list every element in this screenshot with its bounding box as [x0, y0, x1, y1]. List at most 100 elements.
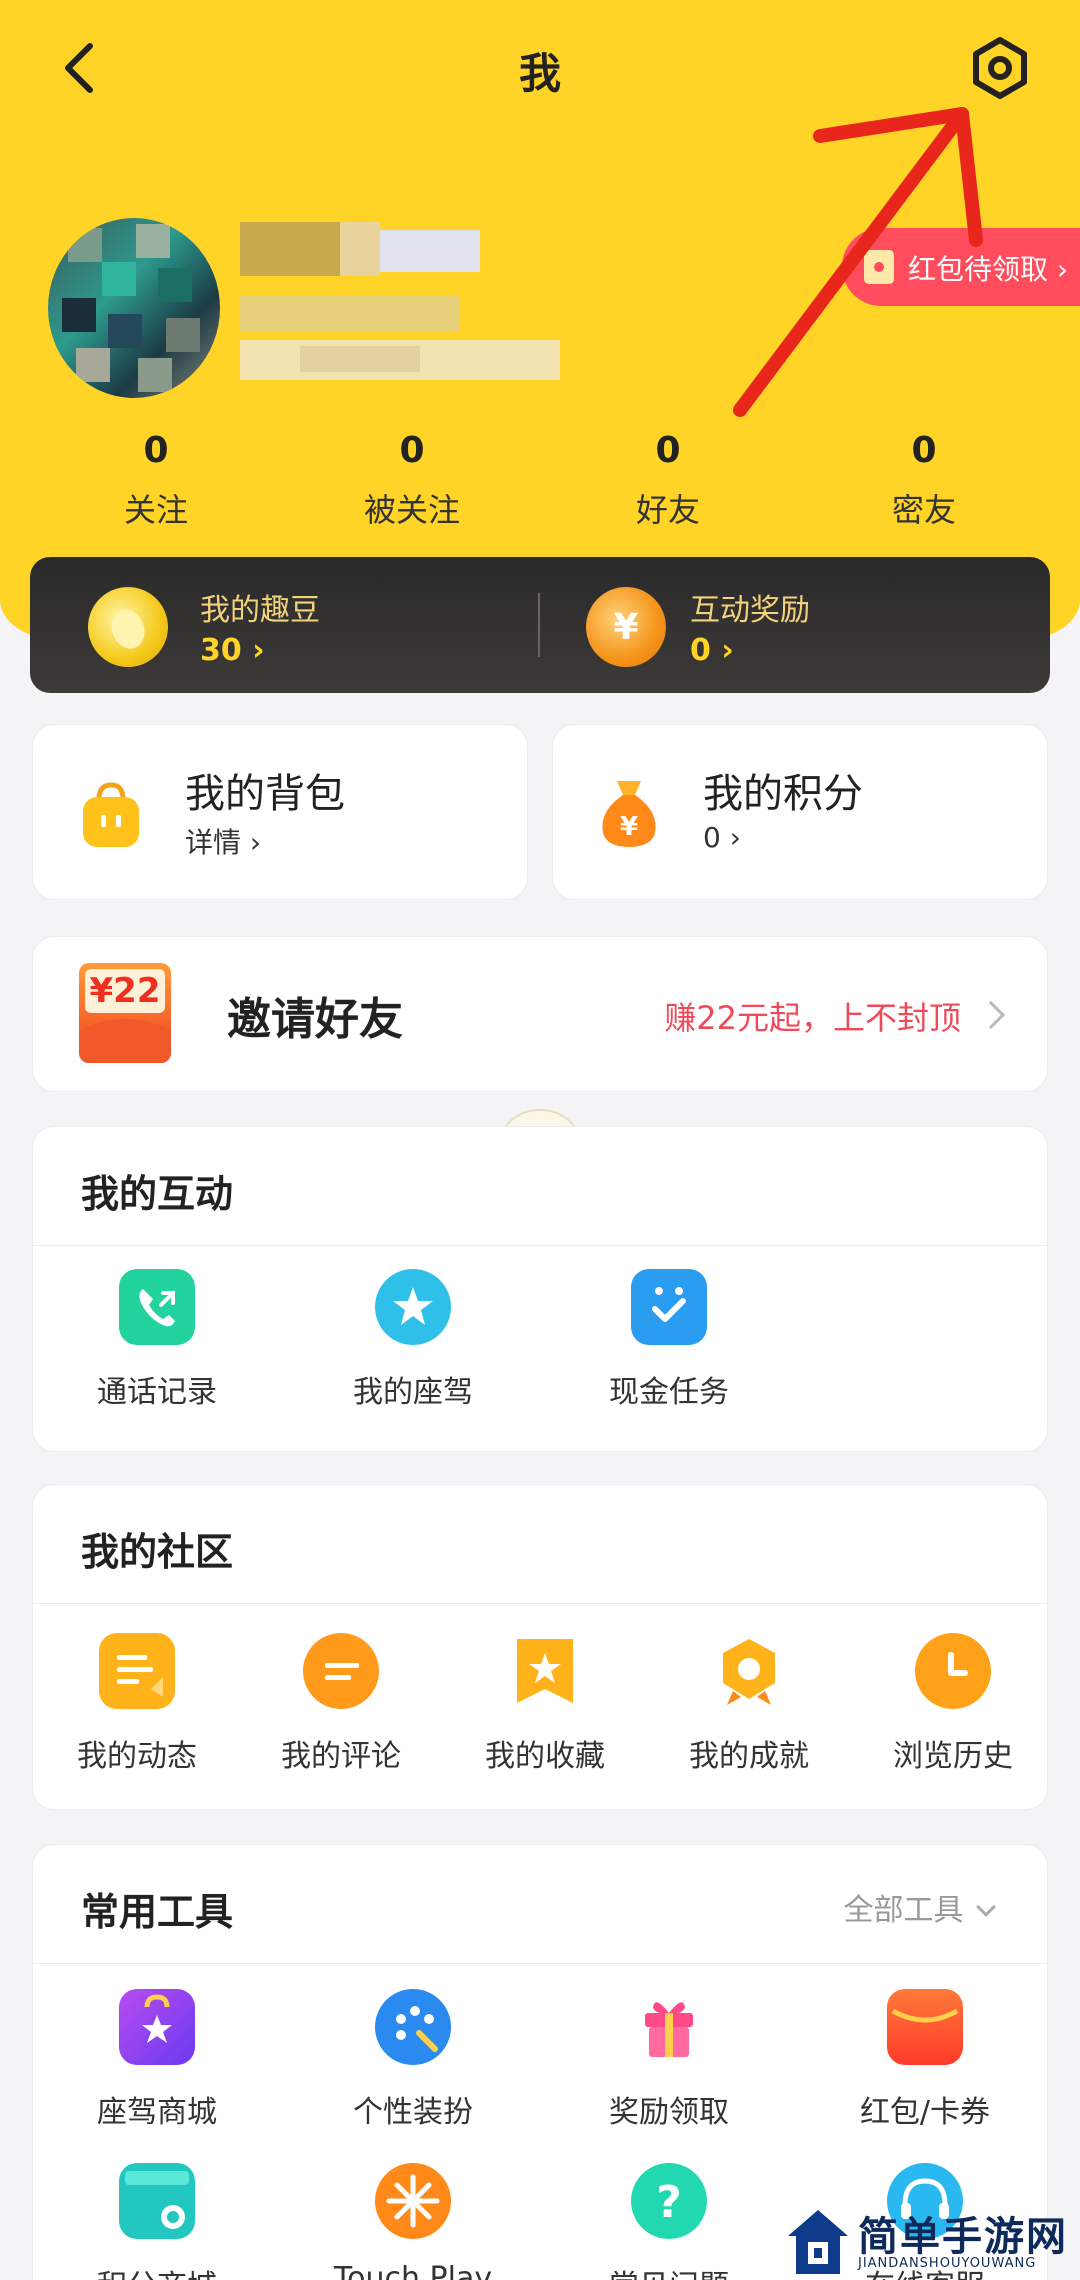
- cash-task-item[interactable]: 现金任务: [569, 1269, 769, 1411]
- reward-entry[interactable]: ¥ 互动奖励 0 ›: [550, 557, 1050, 693]
- tools-title: 常用工具: [81, 1890, 234, 1934]
- browse-history-item[interactable]: 浏览历史: [853, 1633, 1053, 1775]
- favorite-bookmark-icon: [507, 1633, 583, 1709]
- task-check-icon: [631, 1269, 707, 1345]
- comment-icon: [303, 1633, 379, 1709]
- stat-label: 被关注: [363, 491, 460, 529]
- clock-icon: [915, 1633, 991, 1709]
- my-vehicle-item[interactable]: 我的座驾: [313, 1269, 513, 1411]
- backpack-card[interactable]: 我的背包 详情 ›: [32, 724, 528, 900]
- my-favorites-item[interactable]: 我的收藏: [445, 1633, 645, 1775]
- money-bag-icon: ¥: [602, 781, 656, 847]
- all-tools-button[interactable]: 全部工具: [843, 1885, 996, 1929]
- wallet-divider: [538, 593, 540, 657]
- personal-dress-item[interactable]: 个性装扮: [313, 1989, 513, 2131]
- svg-text:¥: ¥: [620, 812, 638, 842]
- reward-value: 0 ›: [690, 633, 734, 668]
- all-tools-label: 全部工具: [843, 1893, 964, 1928]
- points-sub: 0 ›: [703, 821, 741, 854]
- question-icon: ?: [631, 2163, 707, 2239]
- my-vehicle-label: 我的座驾: [353, 1375, 473, 1410]
- follow-stats: 0 关注 0 被关注 0 好友 0 密友: [0, 430, 1080, 540]
- red-envelope-icon: [887, 1989, 963, 2065]
- invite-card[interactable]: ¥22 邀请好友 赚22元起，上不封顶: [32, 936, 1048, 1092]
- profile-page: 我 红包待领取 › 0 关注 0 被关注 0 好友 0 密友 我的趣豆 30 ›…: [0, 0, 1080, 2280]
- reward-claim-item[interactable]: 奖励领取: [569, 1989, 769, 2131]
- my-achievements-item[interactable]: 我的成就: [649, 1633, 849, 1775]
- community-title: 我的社区: [81, 1530, 234, 1574]
- divider: [33, 1603, 1047, 1604]
- store-icon: [119, 2163, 195, 2239]
- red-packet-coupon-item[interactable]: 红包/卡券: [825, 1989, 1025, 2131]
- invite-title: 邀请好友: [227, 994, 403, 1045]
- points-title: 我的积分: [703, 771, 863, 817]
- touch-play-item[interactable]: Touch Play: [313, 2163, 513, 2280]
- backpack-title: 我的背包: [185, 771, 345, 817]
- phone-icon: [119, 1269, 195, 1345]
- divider: [33, 1245, 1047, 1246]
- interaction-card: 我的互动 通话记录 我的座驾 现金任务: [32, 1126, 1048, 1452]
- red-packet-coupon-label: 红包/卡券: [859, 2095, 991, 2130]
- shopping-bag-icon: [119, 1989, 195, 2065]
- achievement-badge-icon: [711, 1633, 787, 1709]
- vehicle-mall-item[interactable]: 座驾商城: [57, 1989, 257, 2131]
- interaction-title: 我的互动: [81, 1172, 234, 1216]
- stat-label: 密友: [891, 491, 956, 529]
- stat-value: 0: [143, 430, 169, 471]
- call-history-label: 通话记录: [97, 1375, 217, 1410]
- vehicle-mall-label: 座驾商城: [97, 2095, 217, 2130]
- watermark-title: 简单手游网: [858, 2214, 1068, 2260]
- reward-label: 互动奖励: [690, 593, 810, 628]
- points-mall-item[interactable]: 积分商城: [57, 2163, 257, 2280]
- invite-envelope-icon: ¥22: [79, 963, 171, 1063]
- touch-play-label: Touch Play: [333, 2261, 493, 2280]
- call-history-item[interactable]: 通话记录: [57, 1269, 257, 1411]
- chevron-down-icon: [976, 1897, 996, 1917]
- stat-value: 0: [655, 430, 681, 471]
- my-comments-item[interactable]: 我的评论: [241, 1633, 441, 1775]
- stat-label: 好友: [635, 491, 700, 529]
- stat-close-friends[interactable]: 0 密友: [824, 430, 1024, 531]
- annotation-arrow: [733, 107, 983, 417]
- divider: [33, 1963, 1047, 1964]
- svg-text:¥: ¥: [613, 607, 638, 648]
- my-favorites-label: 我的收藏: [485, 1739, 605, 1774]
- faq-item[interactable]: ? 常见问题: [569, 2163, 769, 2280]
- faq-label: 常见问题: [569, 2261, 769, 2280]
- watermark-subtitle: JIANDANSHOUYOUWANG: [858, 2256, 1037, 2271]
- community-card: 我的社区 我的动态 我的评论 我的收藏 我的成就 浏览历史: [32, 1484, 1048, 1810]
- beans-entry[interactable]: 我的趣豆 30 ›: [30, 557, 530, 693]
- points-mall-label: 积分商城: [57, 2261, 257, 2280]
- my-achievements-label: 我的成就: [689, 1739, 809, 1774]
- stat-friends[interactable]: 0 好友: [568, 430, 768, 531]
- svg-text:?: ?: [656, 2177, 682, 2228]
- vehicle-star-icon: [375, 1269, 451, 1345]
- yuan-coin-icon: ¥: [586, 587, 666, 667]
- bean-coin-icon: [88, 587, 168, 667]
- wallet-bar: 我的趣豆 30 › ¥ 互动奖励 0 ›: [30, 557, 1050, 693]
- cash-task-label: 现金任务: [609, 1375, 729, 1410]
- stat-value: 0: [911, 430, 937, 471]
- invite-badge: ¥22: [89, 971, 161, 1011]
- browse-history-label: 浏览历史: [893, 1739, 1013, 1774]
- invite-subtitle: 赚22元起，上不封顶: [664, 999, 961, 1037]
- stat-followers[interactable]: 0 被关注: [312, 430, 512, 531]
- beans-label: 我的趣豆: [200, 593, 320, 628]
- site-watermark: 简单手游网 JIANDANSHOUYOUWANG: [786, 2204, 1080, 2280]
- avatar[interactable]: [48, 218, 220, 398]
- gift-icon: [631, 1989, 707, 2065]
- beans-value: 30 ›: [200, 633, 265, 668]
- backpack-icon: [83, 782, 139, 847]
- my-comments-label: 我的评论: [281, 1739, 401, 1774]
- stat-value: 0: [399, 430, 425, 471]
- my-posts-label: 我的动态: [77, 1739, 197, 1774]
- reward-claim-label: 奖励领取: [609, 2095, 729, 2130]
- posts-note-icon: [99, 1633, 175, 1709]
- chevron-right-icon: [976, 1000, 1006, 1030]
- stat-label: 关注: [123, 491, 188, 529]
- points-card[interactable]: ¥ 我的积分 0 ›: [552, 724, 1048, 900]
- my-posts-item[interactable]: 我的动态: [37, 1633, 237, 1775]
- stat-following[interactable]: 0 关注: [56, 430, 256, 531]
- house-logo-icon: [788, 2210, 848, 2274]
- touch-play-icon: [375, 2163, 451, 2239]
